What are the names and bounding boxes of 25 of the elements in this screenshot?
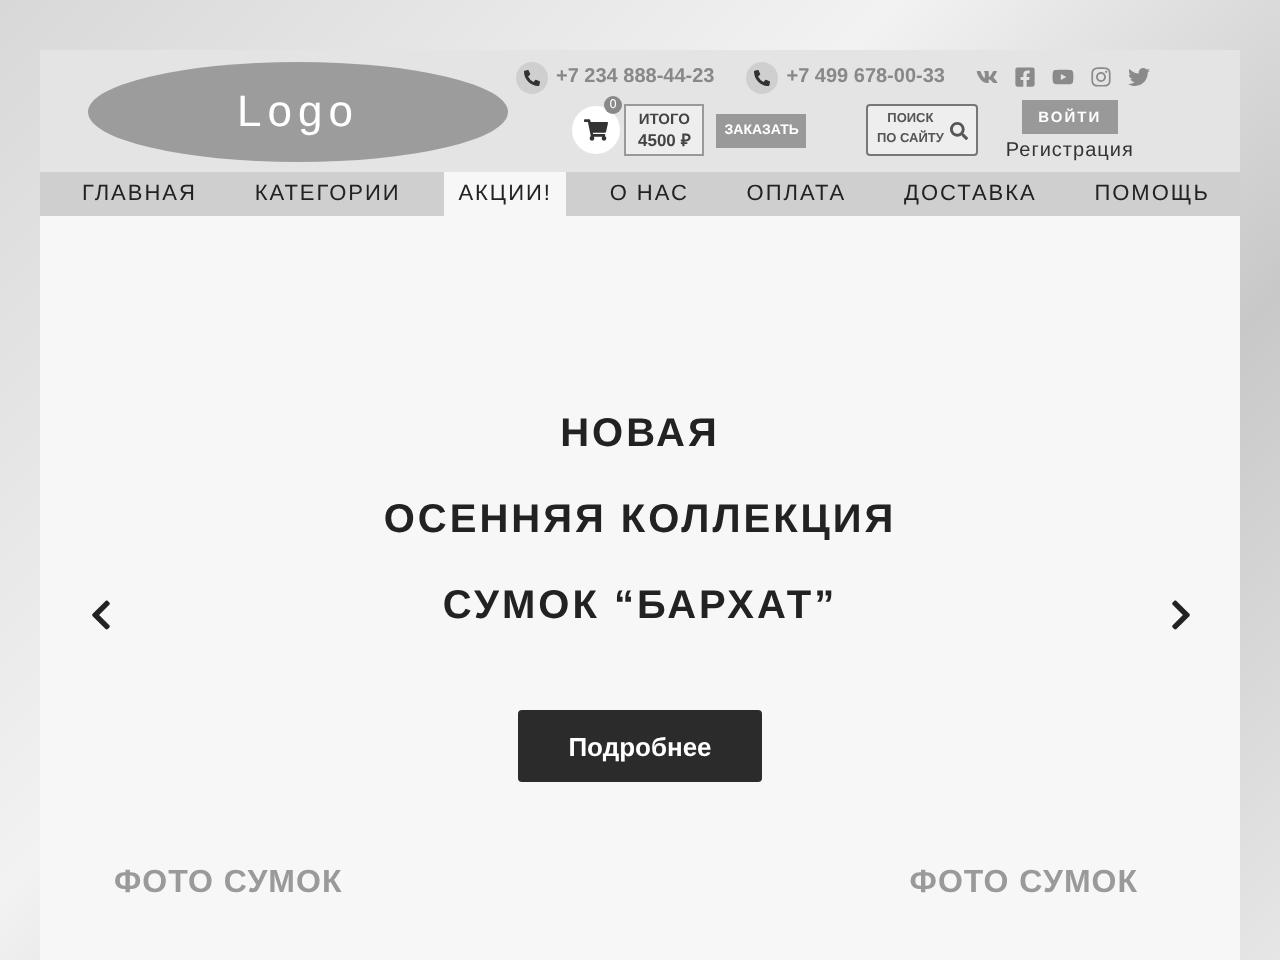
video-play-icon[interactable] xyxy=(1052,66,1075,88)
phone-icon xyxy=(746,61,779,93)
phone-number: +7 234 888-44-23 xyxy=(556,66,715,88)
photo-placeholder-label: ФОТО СУМОК xyxy=(114,865,343,903)
vk-icon[interactable] xyxy=(976,66,999,88)
cart-icon[interactable] xyxy=(584,118,608,142)
more-button[interactable]: Подробнее xyxy=(518,710,762,782)
nav-tab[interactable]: ГЛАВНАЯ xyxy=(68,172,211,216)
slide-title: ОСЕННЯЯ КОЛЛЕКЦИЯ xyxy=(383,496,897,546)
nav-tab[interactable]: ДОСТАВКА xyxy=(890,172,1051,216)
bird-icon[interactable] xyxy=(1128,66,1151,88)
camera-icon[interactable] xyxy=(1090,66,1113,88)
register-link[interactable]: Регистрация xyxy=(1005,139,1134,161)
nav-tab[interactable]: АКЦИИ! xyxy=(444,172,566,216)
nav-tab[interactable]: КАТЕГОРИИ xyxy=(240,172,415,216)
nav-tab[interactable]: О НАС xyxy=(595,172,703,216)
phone-number: +7 499 678-00-33 xyxy=(786,66,945,88)
phone-icon xyxy=(516,61,548,93)
photo-placeholder-label: ФОТО СУМОК xyxy=(909,865,1138,903)
slide-title: СУМОК “БАРХАТ” xyxy=(442,582,838,632)
search-icon xyxy=(949,121,968,139)
nav-tab[interactable]: ПОМОЩЬ xyxy=(1080,172,1224,216)
nav-tab[interactable]: ОПЛАТА xyxy=(732,172,861,216)
facebook-icon[interactable] xyxy=(1014,66,1037,88)
slide-title: НОВАЯ xyxy=(560,410,720,460)
